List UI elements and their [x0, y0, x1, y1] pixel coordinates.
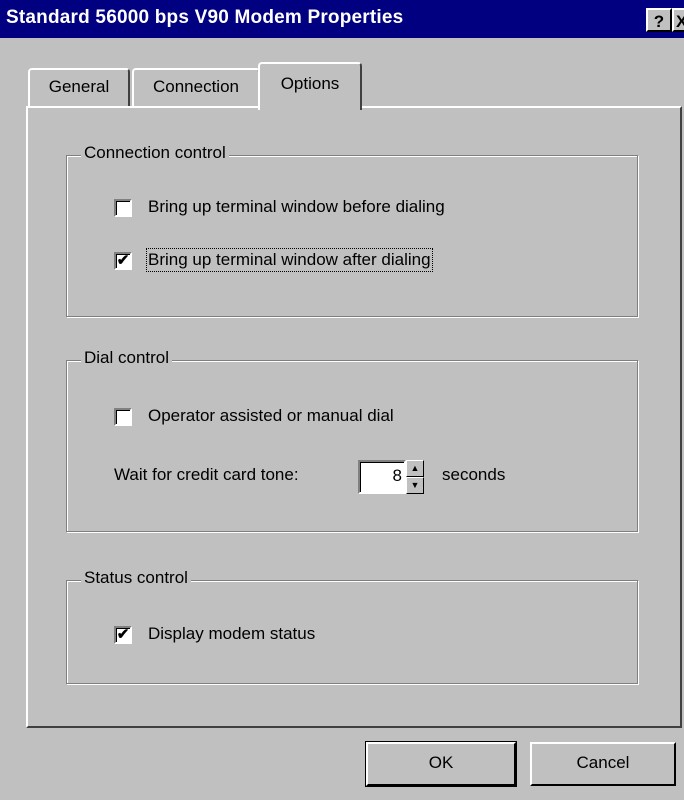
- connection-control-legend: Connection control: [81, 143, 229, 163]
- after-dialing-label[interactable]: Bring up terminal window after dialing: [146, 248, 433, 272]
- after-dialing-checkbox[interactable]: ✔: [114, 252, 132, 270]
- before-dialing-checkbox[interactable]: [114, 199, 132, 217]
- dial-control-legend: Dial control: [81, 348, 173, 368]
- modem-properties-dialog: Standard 56000 bps V90 Modem Properties …: [0, 0, 684, 800]
- close-button[interactable]: X: [672, 8, 684, 32]
- tab-connection[interactable]: Connection: [132, 68, 260, 108]
- credit-card-tone-label: Wait for credit card tone:: [114, 465, 299, 484]
- tab-options-label: Options: [280, 74, 340, 93]
- help-button[interactable]: ?: [646, 8, 672, 32]
- title-bar[interactable]: Standard 56000 bps V90 Modem Properties …: [0, 0, 684, 38]
- manual-dial-label[interactable]: Operator assisted or manual dial: [148, 406, 394, 426]
- before-dialing-label[interactable]: Bring up terminal window before dialing: [148, 197, 445, 217]
- credit-card-tone-spinner: ▲ ▼: [406, 460, 424, 494]
- status-control-legend: Status control: [81, 568, 191, 588]
- spin-down-icon[interactable]: ▼: [406, 477, 424, 494]
- check-mark-icon: ✔: [116, 626, 130, 643]
- credit-card-tone-input[interactable]: 8: [358, 460, 406, 494]
- tab-options[interactable]: Options: [258, 62, 362, 116]
- window-title: Standard 56000 bps V90 Modem Properties: [6, 7, 404, 28]
- spin-up-icon[interactable]: ▲: [406, 460, 424, 477]
- cancel-button[interactable]: Cancel: [530, 742, 676, 786]
- manual-dial-checkbox[interactable]: [114, 408, 132, 426]
- dial-control-group: Dial control: [66, 348, 638, 532]
- tab-options-join: [258, 110, 362, 116]
- ok-button[interactable]: OK: [365, 741, 517, 787]
- connection-control-group: Connection control: [66, 143, 638, 317]
- display-status-checkbox[interactable]: ✔: [114, 626, 132, 644]
- seconds-label: seconds: [442, 465, 506, 484]
- tab-general[interactable]: General: [28, 68, 130, 108]
- check-mark-icon: ✔: [116, 252, 130, 269]
- display-status-label[interactable]: Display modem status: [148, 624, 315, 644]
